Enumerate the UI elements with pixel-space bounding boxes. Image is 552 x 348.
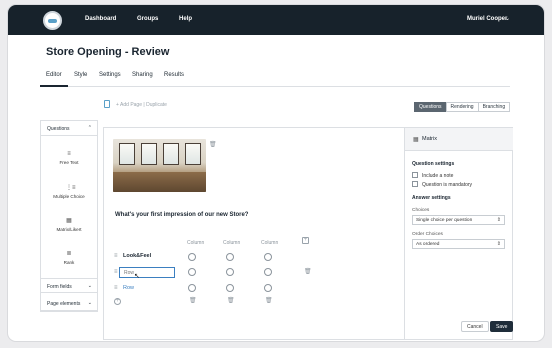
add-column-icon[interactable]: +: [302, 237, 309, 244]
save-button[interactable]: Save: [490, 321, 514, 332]
view-tab-rendering[interactable]: Rendering: [445, 102, 479, 112]
delete-column-icon[interactable]: 🗑: [265, 297, 273, 304]
mandatory-checkbox[interactable]: [412, 181, 418, 187]
nav-link-dashboard[interactable]: Dashboard: [85, 16, 116, 22]
row-label-input[interactable]: Row: [119, 267, 175, 278]
form-fields-header[interactable]: Form fields ⌄: [41, 278, 97, 293]
page-elements-header[interactable]: Page elements ⌄: [41, 296, 97, 311]
add-row-icon[interactable]: +: [114, 298, 121, 305]
cancel-button[interactable]: Cancel: [461, 321, 489, 332]
matrix-icon: ▦: [66, 218, 72, 224]
choices-select[interactable]: Single choice per question ⇕: [412, 215, 505, 225]
question-text[interactable]: What's your first impression of our new …: [115, 212, 248, 218]
matrix-radio[interactable]: [188, 284, 196, 292]
chevron-up-icon: ⌃: [87, 125, 92, 131]
chevron-down-icon: ⌄: [87, 283, 92, 289]
multiple-choice-icon: ⋮≡: [66, 185, 76, 191]
delete-image-icon[interactable]: 🗑: [209, 141, 217, 148]
mouse-cursor-icon: ↖: [134, 273, 140, 280]
order-choices-select[interactable]: As ordered ⇕: [412, 239, 505, 249]
row-label[interactable]: Row: [123, 285, 134, 291]
mandatory-label: Question is mandatory: [422, 182, 473, 188]
question-type-rank[interactable]: ≣ Rank: [41, 251, 97, 265]
view-tab-questions[interactable]: Questions: [414, 102, 447, 112]
choices-label: Choices: [412, 208, 430, 213]
chevron-updown-icon: ⇕: [496, 241, 501, 247]
question-settings-heading: Question settings: [412, 161, 455, 167]
column-header[interactable]: Column: [187, 240, 204, 246]
question-canvas: 🗑 What's your first impression of our ne…: [103, 127, 405, 340]
rank-icon: ≣: [66, 251, 72, 257]
matrix-radio[interactable]: [188, 253, 196, 261]
matrix-radio[interactable]: [264, 268, 272, 276]
include-note-label: Include a note: [422, 173, 454, 179]
delete-column-icon[interactable]: 🗑: [227, 297, 235, 304]
page-title: Store Opening - Review: [46, 46, 170, 58]
questions-header[interactable]: Questions ⌃: [41, 121, 97, 136]
app-window: Dashboard Groups Help Muriel Cooper ⌄ St…: [8, 5, 544, 341]
settings-panel: ▦ Matrix Question settings Include a not…: [405, 127, 514, 340]
drag-handle-icon[interactable]: ≡: [114, 285, 118, 291]
column-header[interactable]: Column: [261, 240, 278, 246]
free-text-icon: ≡: [67, 151, 71, 157]
column-header[interactable]: Column: [223, 240, 240, 246]
brand-logo-icon[interactable]: [43, 11, 62, 30]
matrix-icon: ▦: [413, 137, 419, 143]
view-switcher: Questions Rendering Branching: [414, 102, 511, 112]
matrix-radio[interactable]: [226, 284, 234, 292]
nav-link-help[interactable]: Help: [179, 16, 192, 22]
matrix-radio[interactable]: [264, 253, 272, 261]
delete-column-icon[interactable]: 🗑: [189, 297, 197, 304]
chevron-updown-icon: ⇕: [496, 217, 501, 223]
store-photo[interactable]: [113, 139, 206, 192]
delete-row-icon[interactable]: 🗑: [304, 268, 312, 275]
page-actions: + Add Page | Duplicate: [116, 102, 167, 108]
include-note-checkbox[interactable]: [412, 172, 418, 178]
drag-handle-icon[interactable]: ≡: [114, 269, 118, 275]
view-tab-branching[interactable]: Branching: [477, 102, 511, 112]
chevron-down-icon: ⌄: [87, 300, 92, 306]
tab-settings[interactable]: Settings: [93, 72, 127, 87]
answer-settings-heading: Answer settings: [412, 195, 451, 201]
tab-style[interactable]: Style: [68, 72, 93, 87]
matrix-radio[interactable]: [226, 268, 234, 276]
separator: |: [143, 102, 145, 108]
matrix-radio[interactable]: [188, 268, 196, 276]
tab-sharing[interactable]: Sharing: [126, 72, 159, 87]
nav-link-groups[interactable]: Groups: [137, 16, 158, 22]
row-label[interactable]: Look&Feel: [123, 253, 151, 259]
document-icon: [104, 100, 110, 108]
editor-tabs: Editor Style Settings Sharing Results: [40, 72, 510, 87]
chevron-down-icon[interactable]: ⌄: [505, 15, 510, 22]
duplicate-link[interactable]: Duplicate: [146, 102, 167, 108]
tab-results[interactable]: Results: [158, 72, 190, 87]
drag-handle-icon[interactable]: ≡: [114, 253, 118, 259]
settings-title: Matrix: [422, 136, 437, 142]
top-nav: Dashboard Groups Help Muriel Cooper ⌄: [8, 5, 544, 35]
order-choices-label: Order Choices: [412, 232, 443, 237]
question-type-matrix[interactable]: ▦ Matrix/Likert: [41, 218, 97, 232]
settings-header: ▦ Matrix: [405, 128, 513, 151]
matrix-radio[interactable]: [226, 253, 234, 261]
matrix-radio[interactable]: [264, 284, 272, 292]
question-type-multiple-choice[interactable]: ⋮≡ Multiple Choice: [41, 185, 97, 199]
tab-editor[interactable]: Editor: [40, 72, 68, 87]
question-type-free-text[interactable]: ≡ Free Text: [41, 151, 97, 165]
user-menu[interactable]: Muriel Cooper: [467, 16, 507, 22]
question-types-panel: Questions ⌃ ≡ Free Text ⋮≡ Multiple Choi…: [40, 120, 98, 312]
add-page-link[interactable]: + Add Page: [116, 102, 142, 108]
